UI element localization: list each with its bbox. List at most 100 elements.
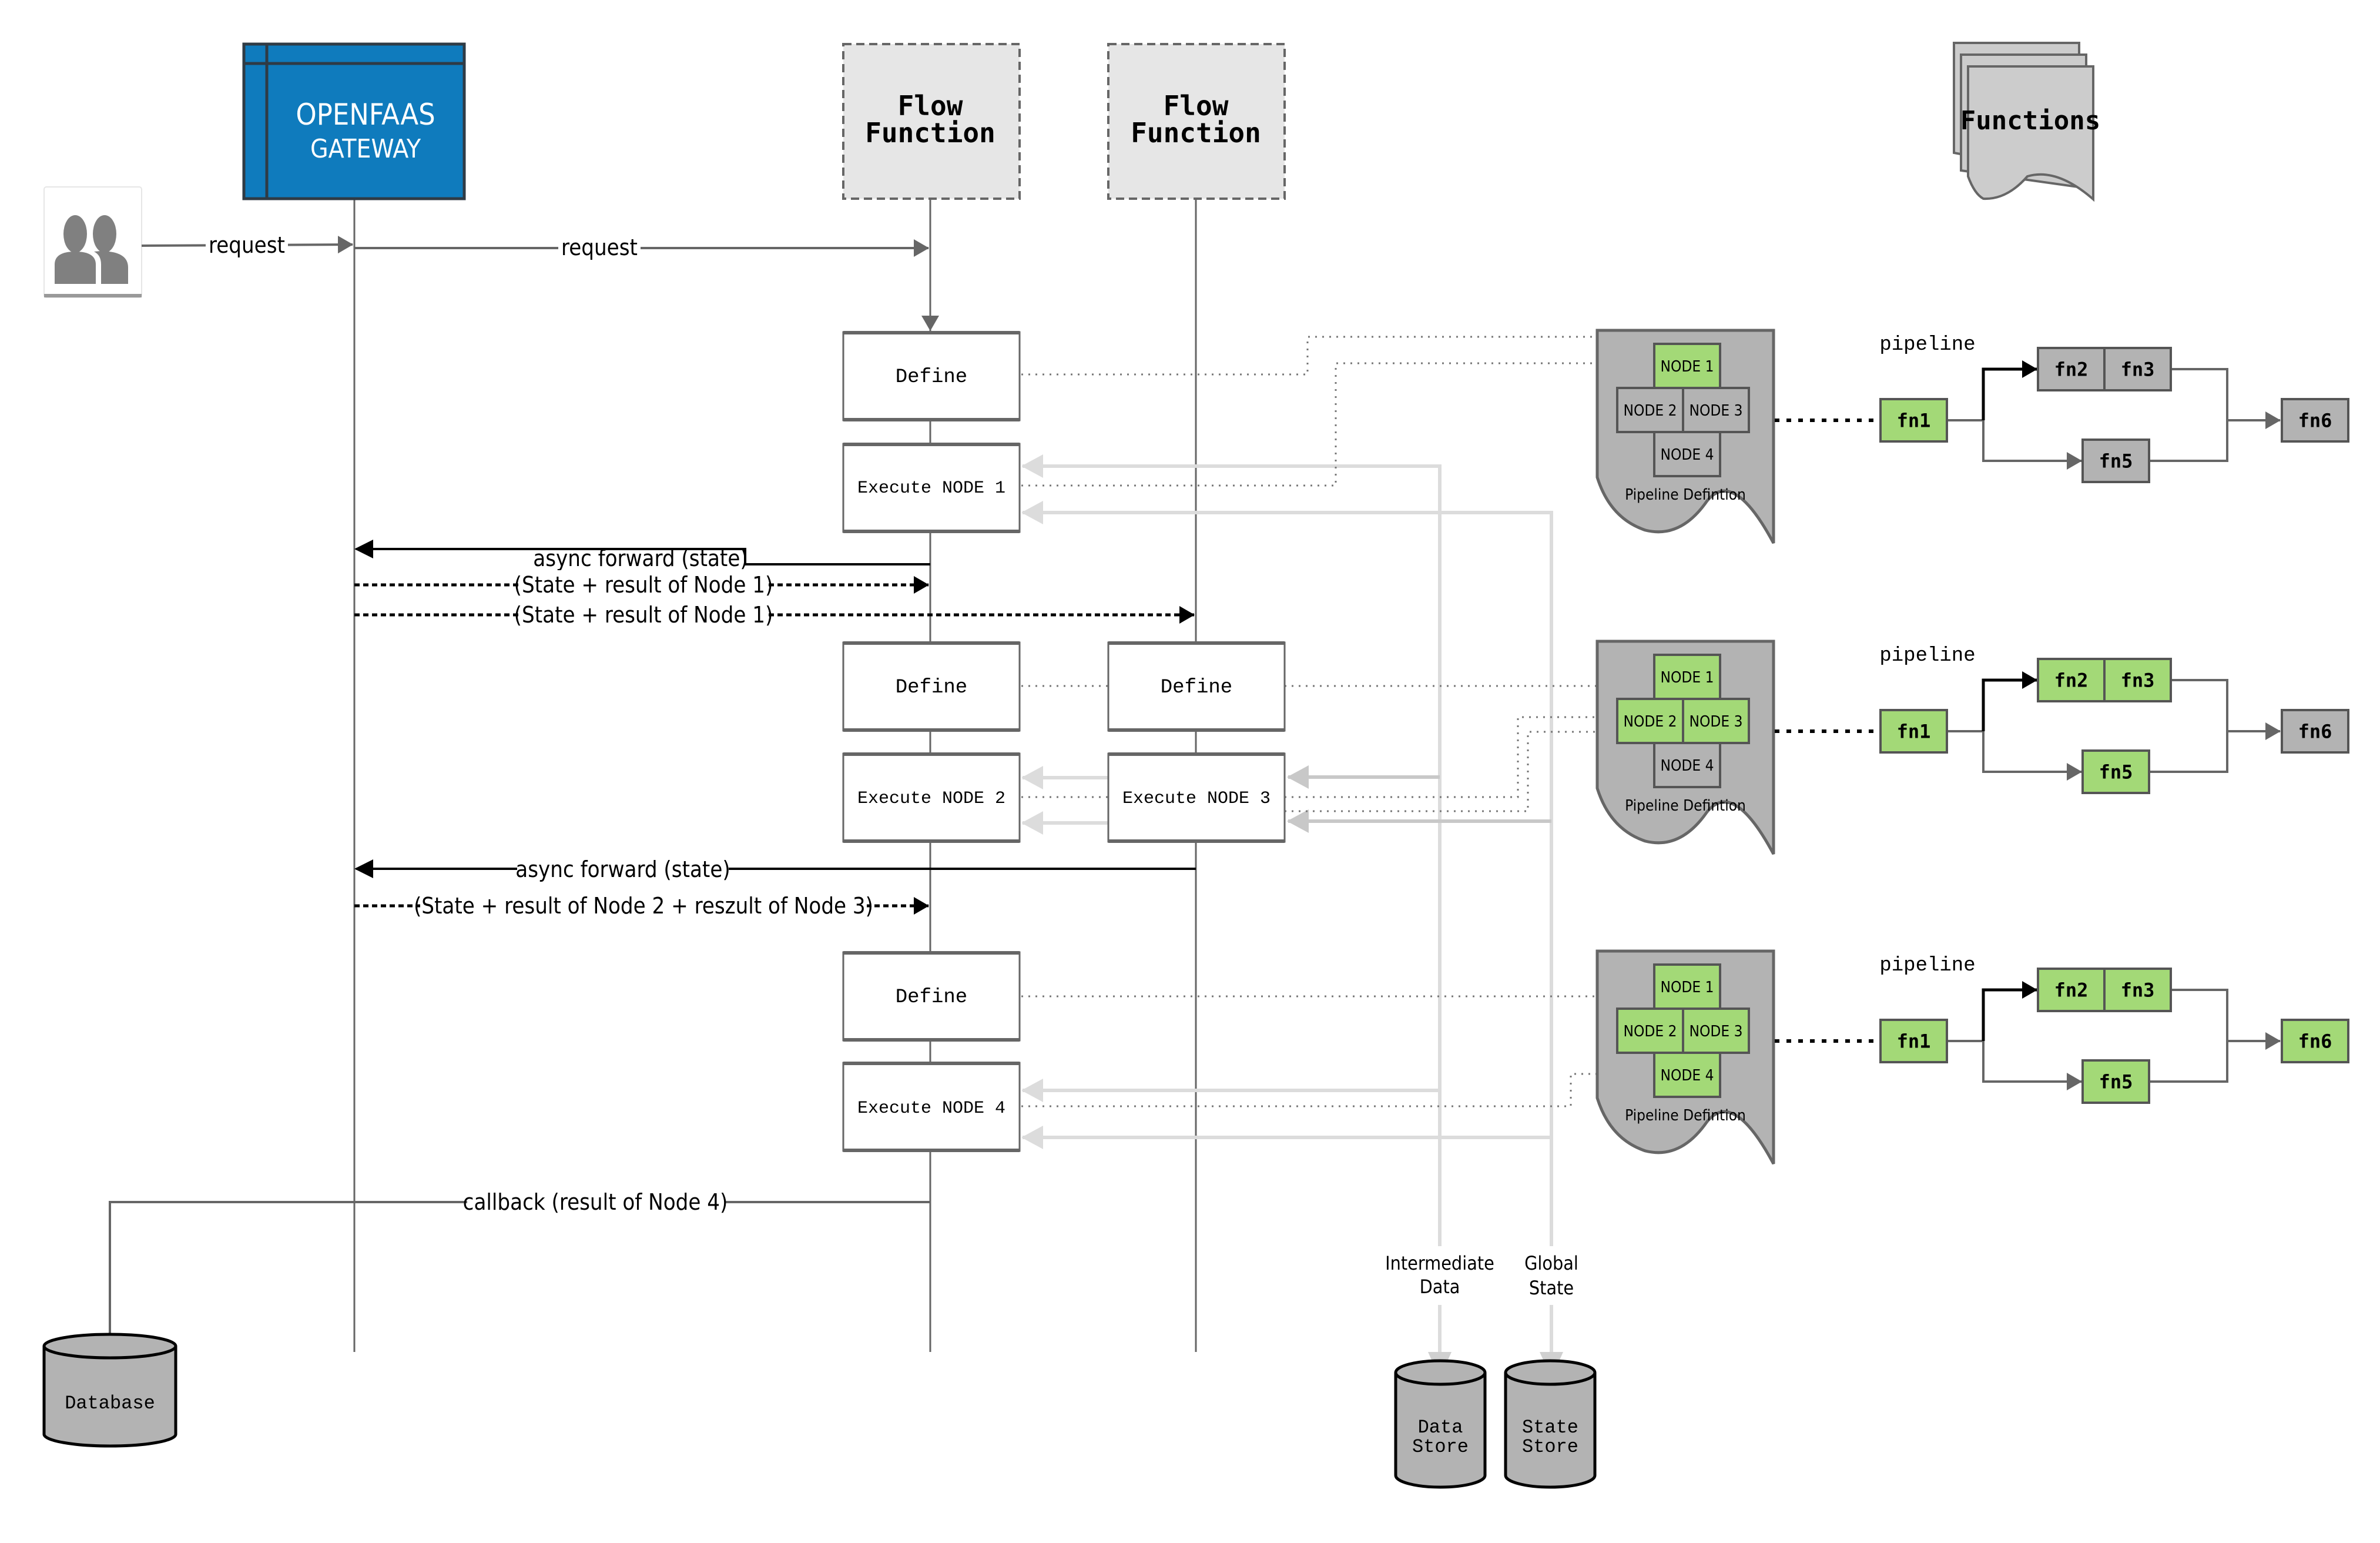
flow-function-2-store-lines	[1288, 775, 1551, 823]
node-4[interactable]: NODE 4	[1653, 742, 1721, 788]
node-4[interactable]: NODE 4	[1653, 1052, 1721, 1098]
pipeline-definition-doc[interactable]: NODE 1 NODE 2 NODE 3 NODE 4 Pipeline Definti…	[1595, 949, 1775, 1165]
node-4[interactable]: NODE 4	[1653, 431, 1721, 477]
node-2[interactable]: NODE 2	[1616, 387, 1684, 433]
node-3[interactable]: NODE 3	[1682, 387, 1750, 433]
request-label-1: request	[209, 232, 285, 258]
flow-function-2-header[interactable]: Flow Function	[1107, 43, 1286, 200]
node-2-label: NODE 2	[1624, 402, 1677, 420]
fn5-box[interactable]: fn5	[2081, 439, 2150, 483]
flow-function-1-line2: Function	[865, 117, 995, 149]
ff2-execute-node-3[interactable]: Execute NODE 3	[1107, 752, 1286, 843]
pipeline-label: pipeline	[1879, 955, 1975, 977]
fn2-box[interactable]: fn2	[2037, 658, 2106, 702]
database-cylinder[interactable]: Database	[42, 1333, 177, 1448]
fn6-box[interactable]: fn6	[2281, 1019, 2349, 1063]
edge-fn1-fn5	[1982, 1041, 2082, 1090]
user-actor[interactable]	[43, 186, 142, 298]
node-3-label: NODE 3	[1690, 713, 1743, 731]
label-line: Global	[1524, 1252, 1578, 1274]
functions-stack-label: Functions	[1960, 106, 2100, 136]
message-label: (State + result of Node 1)	[514, 602, 773, 628]
fn3-box[interactable]: fn3	[2103, 347, 2172, 391]
ff1-define-3[interactable]: Define	[842, 951, 1021, 1042]
store-arrowheads	[1021, 454, 1563, 1378]
fn3-box[interactable]: fn3	[2103, 968, 2172, 1012]
fn5-box-label: fn5	[2099, 1071, 2133, 1093]
node-2[interactable]: NODE 2	[1616, 698, 1684, 744]
node-1[interactable]: NODE 1	[1653, 343, 1721, 389]
message-label: (State + result of Node 1)	[514, 572, 773, 598]
message-label: callback (result of Node 4)	[463, 1189, 728, 1215]
fn5-box[interactable]: fn5	[2081, 1059, 2150, 1104]
fn2-box[interactable]: fn2	[2037, 968, 2106, 1012]
intermediate-data-lines	[1023, 464, 1442, 1370]
openfaas-gateway[interactable]: OPENFAAS GATEWAY	[242, 42, 466, 200]
pipeline-definition-label: Pipeline Defintion	[1625, 486, 1746, 504]
sequence-diagram: OPENFAAS GATEWAY Flow Function Flow Func…	[42, 42, 2349, 1489]
functions-stack[interactable]: Functions	[1953, 42, 2100, 202]
fn6-box-label: fn6	[2298, 1030, 2332, 1053]
state-node1-to-ff2: (State + result of Node 1)	[354, 600, 1195, 630]
ff1-execute-node-2[interactable]: Execute NODE 2	[842, 752, 1021, 843]
activation-label: Execute NODE 4	[857, 1099, 1005, 1119]
fn5-box[interactable]: fn5	[2081, 749, 2150, 794]
edge-fn1-fn2	[1982, 671, 2037, 731]
pipeline-definition-doc[interactable]: NODE 1 NODE 2 NODE 3 NODE 4 Pipeline Definti…	[1595, 329, 1775, 544]
fn6-box[interactable]: fn6	[2281, 398, 2349, 443]
state-store-cylinder[interactable]: State Store	[1504, 1359, 1597, 1489]
global-state-lines	[1023, 511, 1553, 1370]
activation-label: Define	[1161, 677, 1232, 699]
node-1[interactable]: NODE 1	[1653, 654, 1721, 700]
fn1-box[interactable]: fn1	[1879, 709, 1948, 754]
fn6-box[interactable]: fn6	[2281, 709, 2349, 754]
node-3[interactable]: NODE 3	[1682, 698, 1750, 744]
pipeline-definition-label: Pipeline Defintion	[1625, 1107, 1746, 1124]
node-4-label: NODE 4	[1661, 757, 1714, 775]
label-line: State	[1529, 1277, 1574, 1299]
node-3[interactable]: NODE 3	[1682, 1008, 1750, 1054]
activation-label: Define	[896, 986, 967, 1009]
state-store-label: State	[1522, 1417, 1578, 1438]
flow-function-2-line2: Function	[1131, 117, 1261, 149]
pipeline-definition-doc[interactable]: NODE 1 NODE 2 NODE 3 NODE 4 Pipeline Definti…	[1595, 640, 1775, 855]
node-3-label: NODE 3	[1690, 402, 1743, 420]
fn2-box-label: fn2	[2054, 670, 2089, 692]
fn6-box-label: fn6	[2298, 410, 2332, 432]
node-2[interactable]: NODE 2	[1616, 1008, 1684, 1054]
pipeline-graph: fn1 fn2 fn3 fn5 fn6	[1879, 658, 2349, 794]
fn3-box[interactable]: fn3	[2103, 658, 2172, 702]
node-4-label: NODE 4	[1661, 1067, 1714, 1085]
flow-function-1-header[interactable]: Flow Function	[842, 43, 1021, 200]
pipeline-definition-label: Pipeline Defintion	[1625, 797, 1746, 815]
stage-1: NODE 1 NODE 2 NODE 3 NODE 4 Pipeline Definti…	[1595, 329, 2349, 544]
data-store-label: Store	[1412, 1436, 1469, 1458]
ff2-define[interactable]: Define	[1107, 641, 1286, 732]
fn1-box[interactable]: fn1	[1879, 398, 1948, 443]
ff1-execute-node-4[interactable]: Execute NODE 4	[842, 1062, 1021, 1152]
fn2-box-label: fn2	[2054, 359, 2089, 381]
state-node1-to-ff1: (State + result of Node 1)	[354, 570, 929, 600]
node-1-label: NODE 1	[1661, 358, 1714, 376]
pipeline-graph: fn1 fn2 fn3 fn5 fn6	[1879, 968, 2349, 1104]
ff1-define-2[interactable]: Define	[842, 641, 1021, 732]
fn1-box[interactable]: fn1	[1879, 1019, 1948, 1063]
fn5-box-label: fn5	[2099, 450, 2133, 473]
node-2-label: NODE 2	[1624, 713, 1677, 731]
pipeline-graph: fn1 fn2 fn3 fn5 fn6	[1879, 347, 2349, 483]
request-user-to-gateway: request	[141, 232, 353, 259]
edge-fn1-fn5	[1982, 731, 2082, 781]
state-store-label: Store	[1522, 1436, 1578, 1458]
pipeline-label: pipeline	[1879, 645, 1975, 667]
fn2-box-label: fn2	[2054, 979, 2089, 1002]
node-1[interactable]: NODE 1	[1653, 963, 1721, 1010]
fn2-box[interactable]: fn2	[2037, 347, 2106, 391]
edge-fn1-fn2	[1982, 360, 2037, 420]
edge-fn1-fn5	[1982, 420, 2082, 470]
data-store-cylinder[interactable]: Data Store	[1394, 1359, 1487, 1489]
ff1-define-1[interactable]: Define	[842, 331, 1021, 421]
activation-label: Execute NODE 2	[857, 789, 1005, 809]
fn3-box-label: fn3	[2121, 979, 2155, 1002]
ff1-execute-node-1[interactable]: Execute NODE 1	[842, 443, 1021, 533]
data-store-label: Data	[1418, 1417, 1463, 1438]
